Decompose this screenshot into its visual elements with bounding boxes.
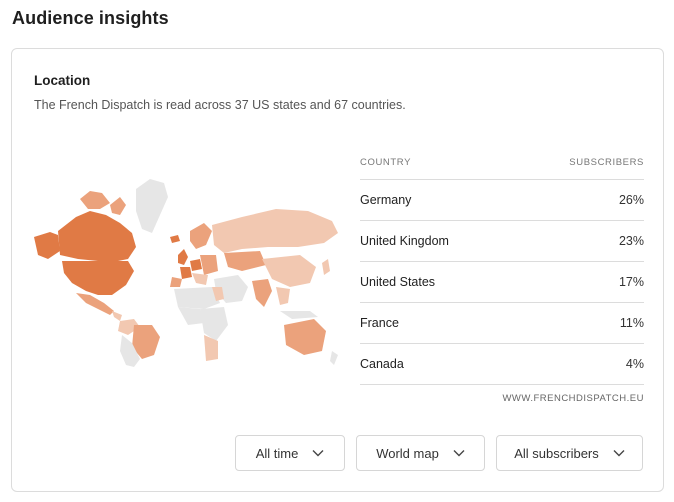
map-region-central-europe [200, 255, 218, 275]
column-header-subscribers: SUBSCRIBERS [569, 156, 644, 168]
row-share: 23% [618, 234, 644, 248]
row-country: United Kingdom [360, 234, 449, 248]
table-row: Germany 26% [360, 180, 644, 221]
map-region-france [180, 267, 192, 279]
map-region-scandinavia [190, 223, 212, 249]
table-row: United States 17% [360, 262, 644, 303]
view-value: World map [376, 445, 439, 461]
source-link[interactable]: WWW.FRENCHDISPATCH.EU [360, 393, 644, 404]
row-share: 17% [618, 275, 644, 289]
map-region-australia [284, 319, 326, 355]
row-share: 4% [625, 357, 644, 371]
view-dropdown[interactable]: World map [356, 435, 485, 471]
map-region-greenland [136, 179, 168, 233]
location-card: Location The French Dispatch is read acr… [11, 48, 664, 492]
page-title: Audience insights [12, 8, 169, 28]
row-share: 26% [618, 193, 644, 207]
map-region-arctic-islands-2 [110, 197, 126, 215]
map-region-united-kingdom [178, 249, 188, 265]
row-country: Germany [360, 193, 412, 207]
map-region-germany [190, 259, 202, 271]
column-header-country: COUNTRY [360, 156, 411, 168]
map-region-russia [212, 209, 338, 253]
row-country: Canada [360, 357, 404, 371]
table-row: France 11% [360, 303, 644, 344]
world-map[interactable] [28, 175, 343, 367]
chevron-down-icon [613, 450, 625, 457]
map-region-alaska [34, 232, 60, 259]
map-region-new-zealand [330, 351, 338, 365]
map-region-indonesia [280, 311, 318, 319]
map-region-kazakhstan [224, 251, 266, 271]
map-region-canada [58, 211, 136, 261]
row-country: United States [360, 275, 436, 289]
location-description: The French Dispatch is read across 37 US… [34, 98, 406, 112]
map-region-japan [322, 259, 330, 275]
map-region-arctic-islands [80, 191, 110, 209]
table-header: COUNTRY SUBSCRIBERS [360, 145, 644, 180]
time-range-value: All time [255, 445, 299, 461]
map-region-mexico [76, 293, 114, 315]
map-region-india [252, 279, 272, 307]
country-table: COUNTRY SUBSCRIBERS Germany 26% United K… [360, 145, 644, 404]
map-region-united-states [62, 261, 134, 295]
time-range-dropdown[interactable]: All time [235, 435, 345, 471]
audience-dropdown[interactable]: All subscribers [496, 435, 643, 471]
location-title: Location [34, 73, 91, 88]
row-share: 11% [619, 316, 644, 330]
map-region-china [262, 255, 316, 287]
map-region-iceland [170, 235, 180, 243]
row-country: France [360, 316, 399, 330]
map-region-italy-balkans [192, 273, 208, 285]
audience-value: All subscribers [514, 445, 599, 461]
map-region-west-africa [178, 307, 204, 325]
map-region-iberia [170, 277, 182, 287]
chevron-down-icon [312, 450, 324, 457]
table-row: Canada 4% [360, 344, 644, 385]
table-row: United Kingdom 23% [360, 221, 644, 262]
chevron-down-icon [453, 450, 465, 457]
map-region-southeast-asia [276, 287, 290, 305]
map-region-central-america [112, 311, 122, 321]
